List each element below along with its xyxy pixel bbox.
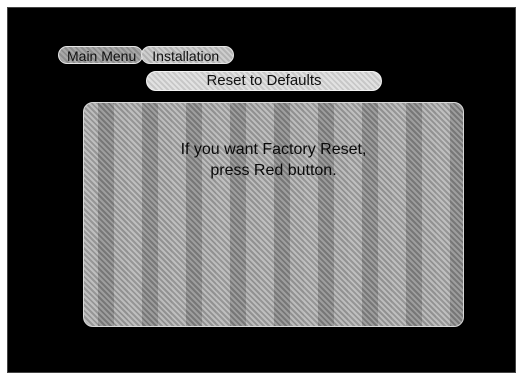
screen-title: Reset to Defaults — [146, 71, 382, 91]
breadcrumb-main-menu[interactable]: Main Menu — [58, 46, 144, 64]
message-line-1: If you want Factory Reset, — [180, 141, 367, 158]
message-text: If you want Factory Reset, press Red but… — [84, 139, 463, 181]
message-panel: If you want Factory Reset, press Red but… — [83, 102, 464, 327]
message-line-2: press Red button. — [210, 162, 337, 179]
breadcrumb-installation[interactable]: Installation — [141, 46, 235, 64]
tv-screen: Main Menu Installation Reset to Defaults… — [7, 7, 516, 373]
breadcrumb: Main Menu Installation — [58, 45, 235, 65]
